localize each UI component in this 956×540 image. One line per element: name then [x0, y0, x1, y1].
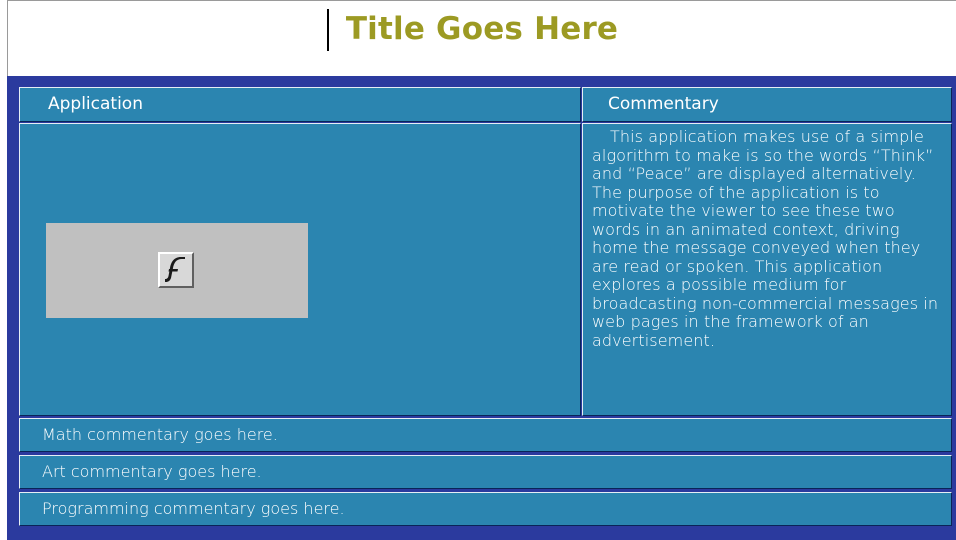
art-commentary-row: Art commentary goes here.: [19, 455, 952, 489]
text-cursor: [327, 9, 329, 51]
flash-plugin-placeholder[interactable]: [46, 223, 308, 318]
flash-icon: [158, 252, 194, 288]
header-commentary: Commentary: [582, 87, 952, 122]
table-bottom-edge: [19, 528, 952, 540]
layout-table: Application Commentary This application …: [7, 76, 956, 540]
title-area: Title Goes Here: [7, 0, 956, 76]
header-application: Application: [19, 87, 581, 122]
flash-glyph: [165, 257, 185, 282]
math-commentary-row: Math commentary goes here.: [19, 418, 952, 452]
page-title[interactable]: Title Goes Here: [8, 11, 956, 47]
programming-commentary-row: Programming commentary goes here.: [19, 492, 952, 526]
commentary-cell: This application makes use of a simple a…: [582, 123, 952, 416]
application-cell: [19, 123, 581, 416]
page: Title Goes Here Application Commentary T…: [0, 0, 956, 540]
